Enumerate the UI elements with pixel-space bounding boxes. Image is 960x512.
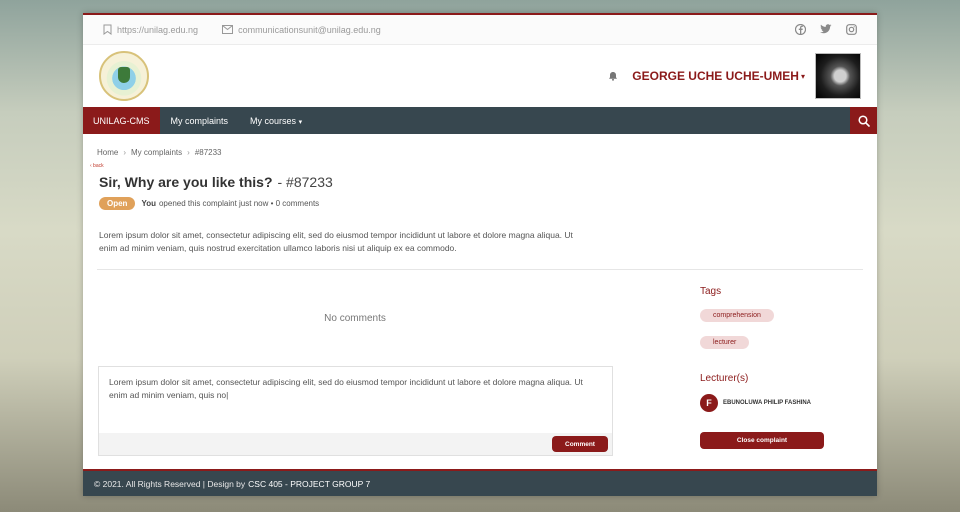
meta-text: opened this complaint just now • 0 comme… (158, 199, 320, 208)
nav-my-courses-label: My courses (250, 115, 297, 126)
status-badge: Open (99, 197, 136, 210)
email-link[interactable]: communicationsunit@unilag.edu.ng (222, 25, 381, 35)
close-complaint-button[interactable]: Close complaint (700, 432, 824, 449)
unilag-logo[interactable] (99, 51, 149, 101)
ticket-number: - #87233 (277, 174, 333, 190)
nav-my-courses[interactable]: My courses ▾ (239, 116, 313, 126)
site-header: GEORGE UCHE UCHE-UMEH ▾ (83, 45, 877, 107)
user-menu-caret[interactable]: ▾ (801, 72, 805, 81)
email-text: communicationsunit@unilag.edu.ng (238, 24, 381, 35)
bookmark-icon (103, 24, 112, 35)
complaint-meta: Open You opened this complaint just now … (83, 190, 877, 210)
social-links (795, 24, 857, 35)
breadcrumb-my-complaints[interactable]: My complaints (131, 148, 182, 157)
breadcrumb-home[interactable]: Home (97, 148, 118, 157)
top-info-bar: https://unilag.edu.ng communicationsunit… (83, 15, 877, 45)
lecturer-item: F EBUNOLUWA PHILIP FASHINA (700, 394, 860, 412)
breadcrumb: Home › My complaints › #87233 (83, 134, 877, 157)
comment-textarea[interactable]: Lorem ipsum dolor sit amet, consectetur … (99, 367, 612, 433)
search-button[interactable] (850, 107, 877, 134)
complaint-sidebar: Tags comprehension lecturer Lecturer(s) … (700, 270, 860, 456)
mail-icon (222, 25, 234, 34)
comment-editor: Lorem ipsum dolor sit amet, consectetur … (98, 366, 613, 456)
page-container: https://unilag.edu.ng communicationsunit… (83, 13, 877, 496)
website-link[interactable]: https://unilag.edu.ng (103, 24, 198, 35)
lecturers-heading: Lecturer(s) (700, 373, 749, 384)
breadcrumb-separator: › (123, 148, 127, 157)
user-name[interactable]: GEORGE UCHE UCHE-UMEH (632, 69, 799, 83)
twitter-icon[interactable] (820, 24, 832, 34)
complaint-body: No comments Lorem ipsum dolor sit amet, … (83, 270, 877, 456)
avatar[interactable] (815, 53, 861, 99)
user-area: GEORGE UCHE UCHE-UMEH ▾ (608, 53, 861, 99)
breadcrumb-separator: › (187, 148, 190, 157)
no-comments-text: No comments (324, 313, 386, 324)
search-icon (857, 114, 870, 127)
back-link[interactable]: ‹ back (83, 157, 877, 169)
comments-section: No comments Lorem ipsum dolor sit amet, … (97, 270, 613, 456)
comment-button[interactable]: Comment (552, 436, 608, 452)
courses-caret: ▾ (298, 118, 303, 126)
lecturer-avatar: F (700, 394, 718, 412)
tag-chip[interactable]: lecturer (700, 336, 750, 349)
breadcrumb-current: #87233 (194, 148, 222, 157)
footer-credit: CSC 405 - PROJECT GROUP 7 (248, 478, 371, 489)
main-nav: UNILAG-CMS My complaints My courses ▾ (83, 107, 877, 134)
footer-copyright: © 2021. All Rights Reserved | Design by (94, 478, 246, 489)
tag-chip[interactable]: comprehension (700, 309, 774, 322)
complaint-description: Lorem ipsum dolor sit amet, consectetur … (99, 230, 573, 253)
nav-brand[interactable]: UNILAG-CMS (83, 107, 160, 134)
author-label: You (141, 199, 156, 208)
site-footer: © 2021. All Rights Reserved | Design by … (83, 469, 877, 496)
page-title: Sir, Why are you like this? (99, 174, 273, 190)
bell-icon[interactable] (608, 71, 618, 81)
instagram-icon[interactable] (846, 24, 857, 35)
website-text: https://unilag.edu.ng (117, 24, 199, 35)
nav-my-complaints[interactable]: My complaints (160, 116, 240, 126)
tags-heading: Tags (700, 286, 722, 297)
facebook-icon[interactable] (795, 24, 806, 35)
complaint-title-row: Sir, Why are you like this? - #87233 (83, 169, 877, 190)
lecturer-name: EBUNOLUWA PHILIP FASHINA (723, 400, 812, 406)
comment-footer: Comment (99, 433, 612, 455)
